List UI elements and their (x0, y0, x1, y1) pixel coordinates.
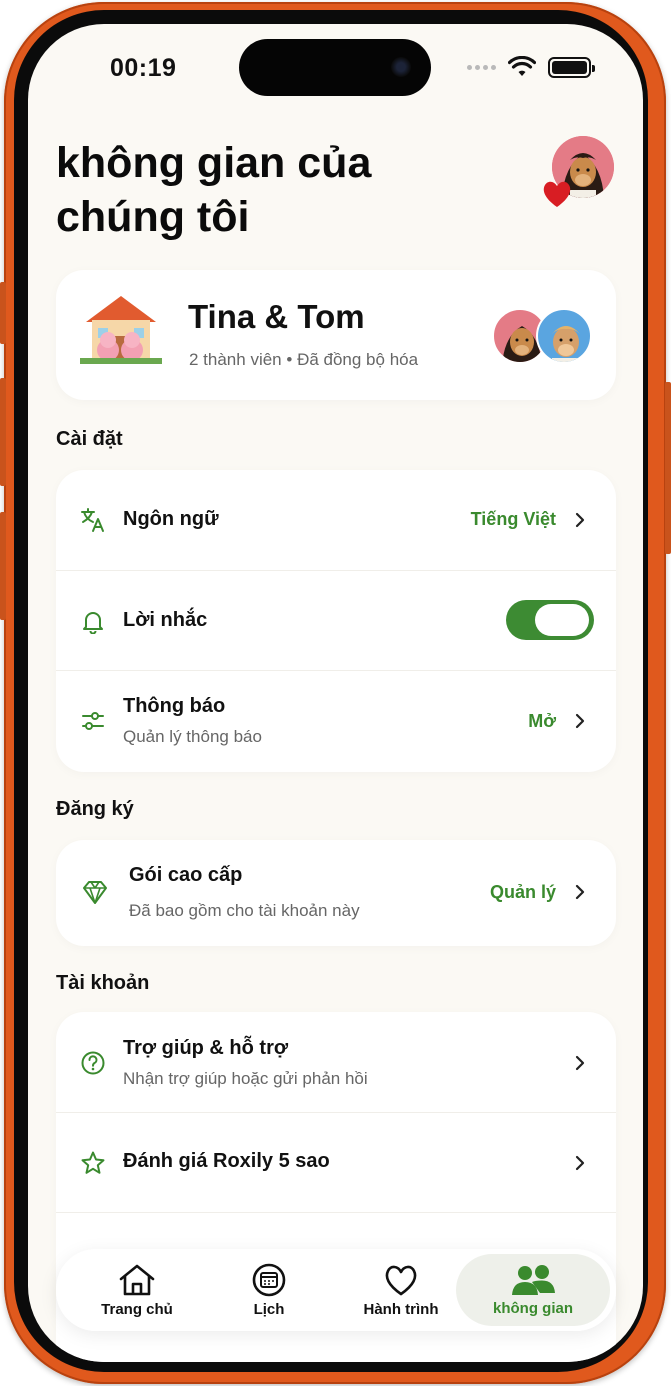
member-avatar (536, 308, 592, 364)
question-icon (81, 1051, 105, 1075)
chevron-right-icon (575, 512, 585, 528)
page-title: không gian của chúng tôi (56, 139, 372, 241)
premium-subtitle: Đã bao gồm cho tài khoản này (129, 901, 360, 920)
language-title: Ngôn ngữ (123, 508, 219, 530)
section-label-subscription: Đăng ký (56, 798, 134, 820)
member-count: 2 thành viên (189, 350, 282, 369)
space-card[interactable]: Tina & Tom 2 thành viên • Đã đồng bộ hóa (56, 270, 616, 400)
reminders-title: Lời nhắc (123, 609, 208, 631)
tab-calendar[interactable]: Lịch (206, 1249, 332, 1331)
bell-icon (83, 612, 103, 634)
cellular-signal-icon (467, 64, 496, 70)
tab-space[interactable]: không gian (456, 1254, 610, 1326)
device-side-button (0, 282, 6, 344)
rate-row[interactable]: Đánh giá Roxily 5 sao (56, 1112, 616, 1212)
language-value: Tiếng Việt (470, 509, 556, 529)
sync-status: Đã đồng bộ hóa (297, 350, 419, 369)
device-power-button (665, 382, 671, 554)
tab-journey-label: Hành trình (363, 1300, 439, 1318)
notifications-subtitle: Quản lý thông báo (123, 727, 262, 746)
notifications-title: Thông báo (123, 695, 226, 717)
couple-house-icon (80, 296, 162, 364)
device-side-button (0, 378, 6, 486)
language-row[interactable]: Ngôn ngữ Tiếng Việt (56, 470, 616, 570)
chevron-right-icon (575, 1155, 585, 1171)
space-meta: 2 thành viên • Đã đồng bộ hóa (189, 350, 418, 370)
heart-icon (543, 181, 571, 207)
notifications-value: Mở (528, 711, 556, 731)
heart-icon (385, 1265, 417, 1295)
reminders-toggle[interactable] (506, 600, 594, 640)
star-icon (81, 1151, 105, 1174)
tab-home[interactable]: Trang chủ (74, 1249, 200, 1331)
premium-manage-link[interactable]: Quản lý (490, 882, 556, 903)
status-bar: 00:19 (28, 24, 643, 114)
subscription-card: Gói cao cấp Đã bao gồm cho tài khoản này… (56, 840, 616, 946)
dynamic-island (239, 39, 431, 96)
status-icons (467, 56, 595, 78)
tab-journey[interactable]: Hành trình (338, 1249, 464, 1331)
tab-calendar-label: Lịch (253, 1300, 285, 1318)
screen: 00:19 không gian của chúng tôi Tina & To… (28, 24, 643, 1362)
premium-title: Gói cao cấp (129, 864, 243, 886)
chevron-right-icon (575, 713, 585, 729)
calendar-icon (252, 1263, 286, 1296)
diamond-icon (83, 881, 107, 904)
reminders-row: Lời nhắc (56, 570, 616, 670)
rate-title: Đánh giá Roxily 5 sao (123, 1150, 330, 1172)
help-subtitle: Nhận trợ giúp hoặc gửi phản hồi (123, 1069, 368, 1088)
section-label-account: Tài khoản (56, 972, 150, 994)
home-icon (119, 1264, 155, 1295)
premium-row[interactable]: Gói cao cấp Đã bao gồm cho tài khoản này… (56, 840, 616, 946)
chevron-right-icon (575, 884, 585, 900)
notifications-row[interactable]: Thông báo Quản lý thông báo Mở (56, 670, 616, 770)
people-icon (512, 1264, 555, 1295)
section-label-settings: Cài đặt (56, 428, 123, 450)
status-time: 00:19 (110, 54, 177, 82)
device-side-button (0, 512, 6, 620)
sliders-icon (82, 712, 104, 730)
tab-bar: Trang chủ Lịch Hành trình không gian (56, 1249, 616, 1331)
settings-card: Ngôn ngữ Tiếng Việt Lời nhắc Thông báo Q… (56, 470, 616, 772)
space-name: Tina & Tom (188, 298, 365, 335)
battery-icon (548, 56, 595, 78)
toggle-knob (535, 604, 589, 636)
translate-icon (81, 508, 104, 532)
chevron-right-icon (575, 1055, 585, 1071)
help-row[interactable]: Trợ giúp & hỗ trợ Nhận trợ giúp hoặc gửi… (56, 1012, 616, 1112)
separator-dot: • (286, 350, 298, 369)
help-title: Trợ giúp & hỗ trợ (123, 1037, 289, 1059)
tab-home-label: Trang chủ (101, 1300, 173, 1318)
tab-space-label: không gian (493, 1299, 573, 1317)
wifi-icon (508, 56, 536, 76)
